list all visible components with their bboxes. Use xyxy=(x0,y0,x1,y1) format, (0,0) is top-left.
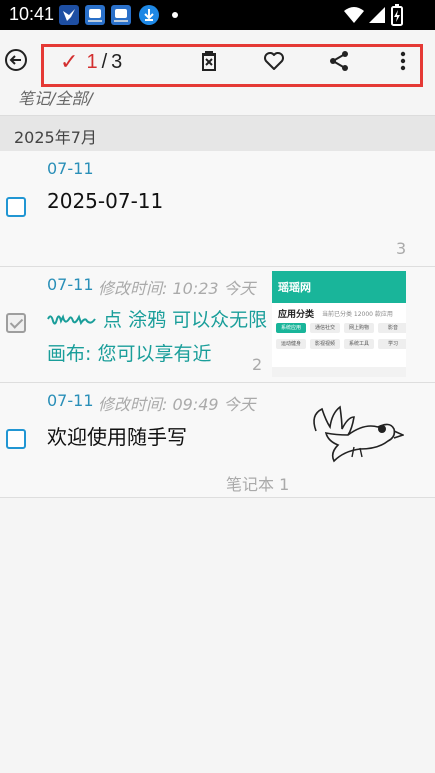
app-notification-icon xyxy=(85,5,105,25)
thumbnail-chip: 学习 xyxy=(378,339,406,349)
favorite-icon[interactable] xyxy=(262,49,286,73)
thumbnail-meta: 当前已分类 12000 款应用 xyxy=(322,311,393,318)
note-item[interactable]: 07-11 2025-07-11 3 xyxy=(0,151,435,267)
check-icon: ✓ xyxy=(60,49,79,74)
share-icon[interactable] xyxy=(327,49,351,73)
note-date: 07-11 xyxy=(47,391,94,410)
thumbnail-chip: 系统应用 xyxy=(276,323,306,333)
thumbnail-chip: 通信社交 xyxy=(310,323,340,333)
note-title-doodle: 点 涂鸦 可以众无限画布: 您可以享有近 xyxy=(47,303,269,371)
note-modified-time: 修改时间: 09:49 今天 xyxy=(98,395,256,414)
status-bar: 10:41 xyxy=(0,0,435,30)
note-thumbnail-image: 瑶瑶网 应用分类 当前已分类 12000 款应用 系统应用 通信社交 网上购物 … xyxy=(272,271,406,377)
month-label: 2025年7月 xyxy=(14,128,97,147)
download-icon xyxy=(139,5,159,25)
note-count: 2 xyxy=(252,355,263,374)
note-item[interactable]: 07-11 修改时间: 09:49 今天 欢迎使用随手写 笔记本 1 xyxy=(0,383,435,498)
dot-icon xyxy=(172,12,178,18)
note-date: 07-11 xyxy=(47,275,94,294)
thumbnail-chip: 影视视频 xyxy=(310,339,340,349)
status-time: 10:41 xyxy=(9,4,55,24)
note-count: 3 xyxy=(396,239,407,258)
note-modified-time: 修改时间: 10:23 今天 xyxy=(98,279,256,298)
note-checkbox[interactable] xyxy=(6,313,26,333)
thumbnail-chip: 系统工具 xyxy=(344,339,374,349)
note-checkbox[interactable] xyxy=(6,197,26,217)
app-notification-icon xyxy=(111,5,131,25)
thumbnail-chip: 运动健身 xyxy=(276,339,306,349)
handwriting-doodle-icon xyxy=(47,313,96,325)
note-date: 07-11 xyxy=(47,159,94,178)
battery-charging-icon xyxy=(391,4,403,26)
thumbnail-bar xyxy=(272,367,406,377)
delete-icon[interactable] xyxy=(197,49,221,73)
selection-count: ✓ 1 / 3 xyxy=(60,49,122,75)
thumbnail-chip: 影音 xyxy=(378,323,406,333)
back-arrow-icon[interactable] xyxy=(4,48,28,72)
selected-count: 1 xyxy=(86,50,98,73)
breadcrumb[interactable]: 笔记/全部/ xyxy=(18,85,93,109)
signal-icon xyxy=(369,7,385,23)
thumbnail-logo: 瑶瑶网 xyxy=(278,281,311,294)
selection-toolbar: ✓ 1 / 3 xyxy=(0,30,435,87)
note-item[interactable]: 07-11 修改时间: 10:23 今天 点 涂鸦 可以众无限画布: 您可以享有… xyxy=(0,267,435,383)
thumbnail-chip: 网上购物 xyxy=(344,323,374,333)
note-title: 欢迎使用随手写 xyxy=(47,425,187,449)
note-checkbox[interactable] xyxy=(6,429,26,449)
count-separator: / xyxy=(101,50,108,73)
app-notification-icon xyxy=(59,5,79,25)
more-icon[interactable] xyxy=(391,49,415,73)
bird-sketch-icon xyxy=(313,405,404,463)
month-section-header: 2025年7月 xyxy=(0,115,435,151)
notebook-tag: 笔记本 1 xyxy=(226,475,290,494)
wifi-icon xyxy=(344,7,364,23)
thumbnail-heading: 应用分类 xyxy=(278,310,315,320)
note-title: 2025-07-11 xyxy=(47,189,164,213)
total-count: 3 xyxy=(111,50,123,73)
